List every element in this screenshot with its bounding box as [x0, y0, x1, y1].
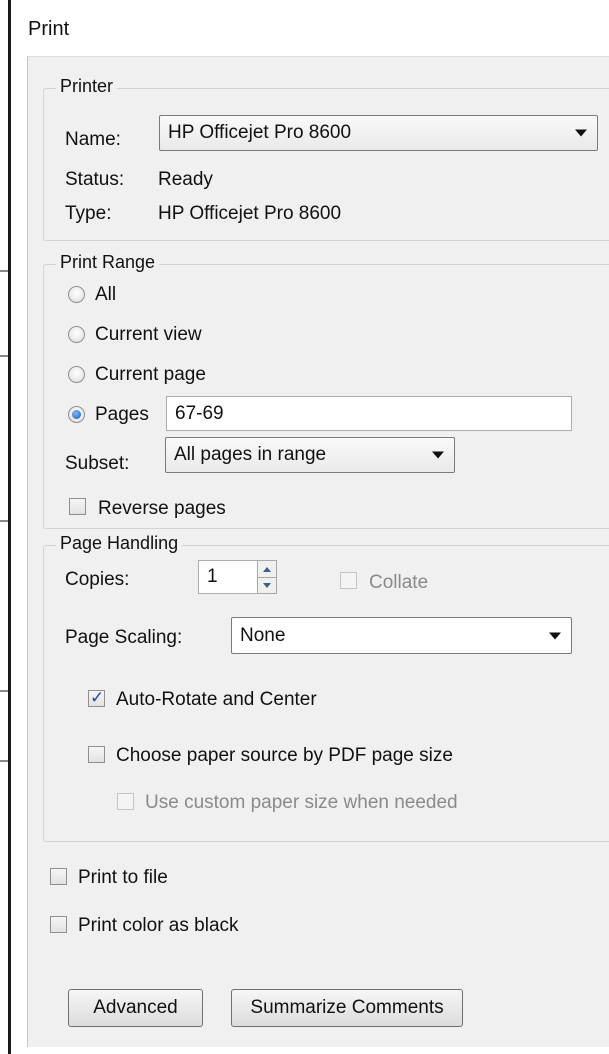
print-to-file-checkbox[interactable] [50, 868, 67, 885]
subset-dropdown[interactable]: All pages in range [165, 437, 455, 473]
page-scaling-label: Page Scaling: [65, 627, 183, 648]
printer-name-value: HP Officejet Pro 8600 [168, 122, 352, 143]
advanced-button[interactable]: Advanced [68, 989, 203, 1027]
radio-current-page[interactable] [68, 366, 85, 383]
custom-paper-label: Use custom paper size when needed [145, 792, 458, 813]
chevron-down-icon [549, 632, 561, 639]
spin-up-icon[interactable] [258, 561, 276, 578]
printer-legend: Printer [56, 76, 118, 97]
subset-label: Subset: [65, 453, 130, 474]
edge-tick [0, 690, 8, 692]
radio-pages-label: Pages [95, 404, 149, 425]
auto-rotate-checkbox[interactable]: ✓ [88, 688, 105, 707]
collate-label: Collate [369, 572, 429, 593]
page-handling-legend: Page Handling [56, 533, 183, 554]
pages-input-value: 67-69 [175, 402, 224, 424]
pages-input[interactable]: 67-69 [166, 396, 572, 431]
collate-checkbox[interactable] [340, 572, 357, 589]
edge-tick [0, 520, 8, 522]
radio-current-page-label: Current page [95, 364, 206, 385]
edge-tick [0, 270, 8, 272]
printer-name-dropdown[interactable]: HP Officejet Pro 8600 [159, 115, 598, 151]
chevron-down-icon [575, 129, 587, 137]
printer-type-value: HP Officejet Pro 8600 [158, 203, 342, 224]
reverse-pages-checkbox[interactable] [69, 498, 86, 515]
copies-label: Copies: [65, 569, 130, 590]
radio-all-label: All [95, 284, 117, 305]
printer-status-value: Ready [158, 169, 213, 190]
print-range-legend: Print Range [56, 252, 160, 273]
print-color-black-label: Print color as black [78, 915, 239, 936]
radio-pages[interactable] [68, 406, 85, 423]
radio-all[interactable] [68, 286, 85, 303]
auto-rotate-label: Auto-Rotate and Center [116, 689, 317, 710]
summarize-comments-button-label: Summarize Comments [250, 997, 444, 1018]
radio-current-view[interactable] [68, 326, 85, 343]
printer-status-label: Status: [65, 169, 125, 190]
print-color-black-checkbox[interactable] [50, 916, 67, 933]
spin-down-icon[interactable] [258, 577, 276, 593]
window-left-edge [8, 0, 11, 1054]
print-dialog-body: Printer Name: HP Officejet Pro 8600 Stat… [27, 56, 609, 1047]
reverse-pages-label: Reverse pages [98, 498, 226, 519]
chevron-down-icon [432, 451, 444, 459]
print-to-file-label: Print to file [78, 867, 168, 888]
subset-value: All pages in range [174, 444, 327, 465]
checkmark-icon: ✓ [90, 688, 105, 707]
copies-input[interactable]: 1 [198, 560, 258, 594]
custom-paper-checkbox[interactable] [117, 793, 134, 810]
paper-source-checkbox[interactable] [88, 746, 105, 763]
page-scaling-dropdown[interactable]: None [231, 617, 572, 654]
edge-tick [0, 760, 8, 762]
radio-current-view-label: Current view [95, 324, 202, 345]
copies-spinner[interactable] [257, 560, 277, 594]
printer-name-label: Name: [65, 129, 121, 150]
advanced-button-label: Advanced [93, 997, 178, 1018]
printer-type-label: Type: [65, 203, 112, 224]
paper-source-label: Choose paper source by PDF page size [116, 745, 453, 766]
summarize-comments-button[interactable]: Summarize Comments [231, 989, 463, 1027]
radio-selected-dot [72, 410, 81, 419]
window-title: Print [28, 18, 70, 40]
edge-tick [0, 355, 8, 357]
page-scaling-value: None [240, 624, 286, 646]
copies-value: 1 [207, 566, 218, 587]
